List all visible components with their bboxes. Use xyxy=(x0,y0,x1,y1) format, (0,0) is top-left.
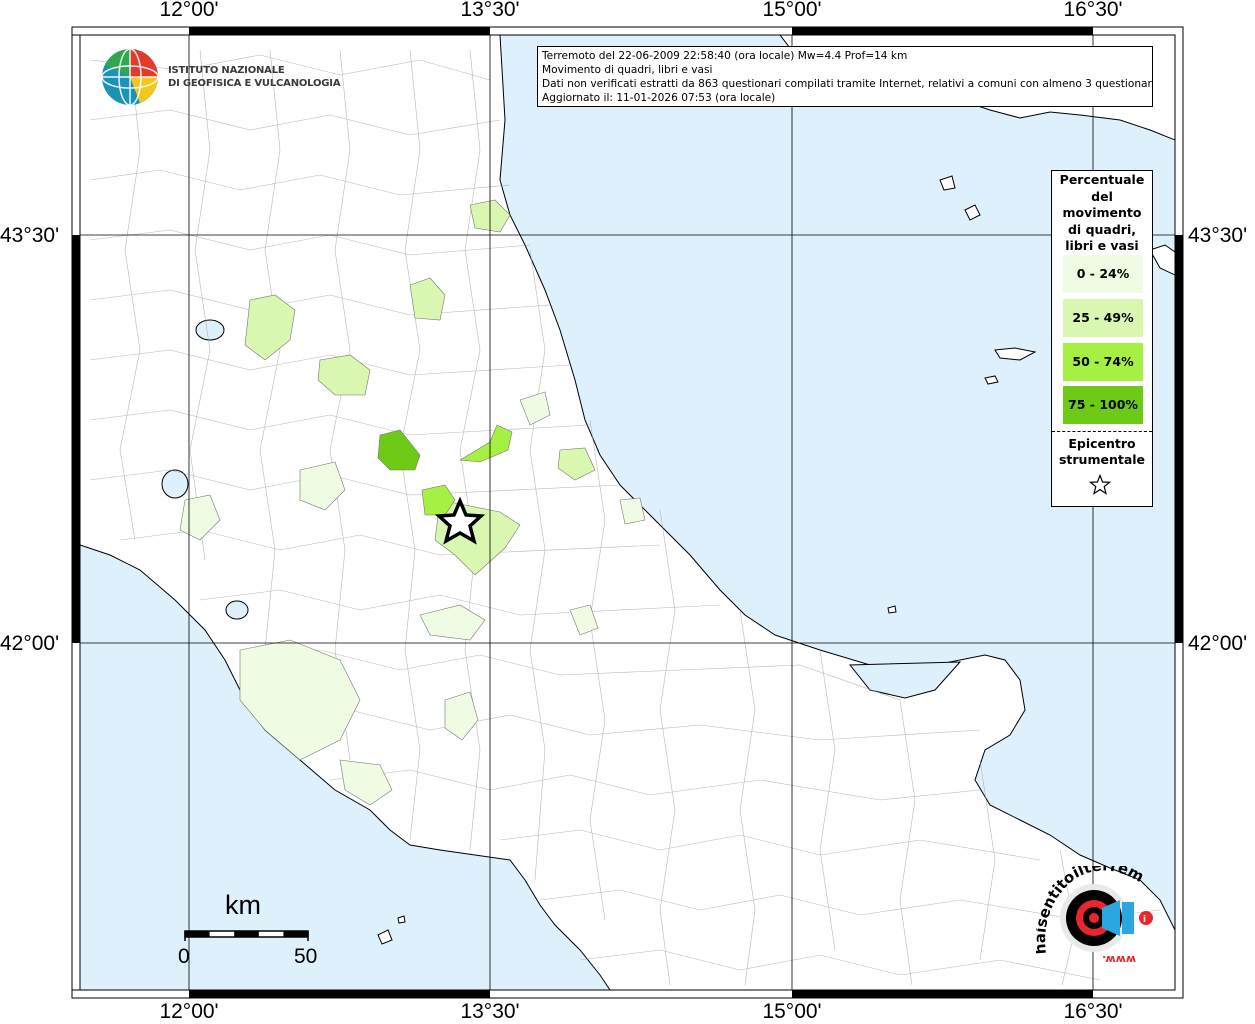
lat-tick-right-1: 43°30' xyxy=(1188,224,1248,247)
lat-tick-right-2: 42°00' xyxy=(1188,632,1248,655)
ingv-logo-icon xyxy=(101,48,159,106)
lon-tick-top-4: 16°30' xyxy=(1063,0,1123,21)
info-line-updated: Aggiornato il: 11-01-2026 07:53 (ora loc… xyxy=(542,92,776,104)
legend-item-50-74: 50 - 74% xyxy=(1063,343,1143,381)
lake-trasimeno xyxy=(195,319,225,341)
legend-item-75-100: 75 - 100% xyxy=(1063,386,1143,424)
legend-item-label: 75 - 100% xyxy=(1068,397,1138,412)
legend-item-label: 0 - 24% xyxy=(1076,266,1130,281)
institute-name-line1: ISTITUTO NAZIONALE xyxy=(168,65,285,76)
haisentito-www: www. xyxy=(1102,953,1136,966)
lon-tick-top-1: 12°00' xyxy=(159,0,219,21)
legend-title-line: di quadri, xyxy=(1067,221,1136,237)
lon-tick-bottom-4: 16°30' xyxy=(1063,1000,1123,1023)
lake-bracciano xyxy=(225,600,249,620)
info-line-source: Dati non verificati estratti da 863 ques… xyxy=(542,78,1153,90)
legend-title-line: movimento xyxy=(1062,205,1142,220)
lon-tick-bottom-2: 13°30' xyxy=(460,1000,520,1023)
legend-title: Percentuale del movimento di quadri, lib… xyxy=(1052,172,1152,255)
lon-tick-top-2: 13°30' xyxy=(460,0,520,21)
institute-name-line2: DI GEOFISICA E VULCANOLOGIA xyxy=(168,78,341,89)
epicenter-star-icon xyxy=(1089,474,1111,495)
lake-bolsena xyxy=(161,469,189,499)
island-2 xyxy=(984,375,999,385)
legend-item-0-24: 0 - 24% xyxy=(1063,255,1143,293)
lat-tick-left-2: 42°00' xyxy=(0,632,60,655)
legend-separator xyxy=(1052,431,1152,432)
lon-tick-top-3: 15°00' xyxy=(762,0,822,21)
lon-tick-bottom-3: 15°00' xyxy=(762,1000,822,1023)
legend-epicenter-line1: Epicentro xyxy=(1068,436,1136,451)
info-line-parameter: Movimento di quadri, libri e vasi xyxy=(542,64,713,76)
svg-text:i: i xyxy=(1143,915,1146,925)
scale-bar xyxy=(184,930,309,941)
legend-epicenter-line2: strumentale xyxy=(1058,452,1146,467)
legend-title-line: Percentuale xyxy=(1059,172,1145,187)
lon-tick-bottom-1: 12°00' xyxy=(159,1000,219,1023)
legend-item-label: 50 - 74% xyxy=(1072,354,1134,369)
legend-title-line: libri e vasi xyxy=(1065,238,1139,253)
info-line-event: Terremoto del 22-06-2009 22:58:40 (ora l… xyxy=(542,50,908,62)
legend-title-line: del xyxy=(1091,188,1113,204)
legend-epicenter-label: Epicentro strumentale xyxy=(1052,436,1152,468)
institute-name: ISTITUTO NAZIONALE DI GEOFISICA E VULCAN… xyxy=(168,64,341,90)
legend-item-label: 25 - 49% xyxy=(1072,310,1134,325)
haisentito-logo-icon: i haisentitoilterremoto.it www. xyxy=(1036,866,1153,966)
legend-item-25-49: 25 - 49% xyxy=(1063,299,1143,337)
scale-title: km xyxy=(225,890,261,920)
lat-tick-left-1: 43°30' xyxy=(0,224,60,247)
legend: Percentuale del movimento di quadri, lib… xyxy=(1051,170,1153,507)
earthquake-info-box: Terremoto del 22-06-2009 22:58:40 (ora l… xyxy=(537,46,1153,107)
scale-min-label: 0 xyxy=(178,945,190,968)
scale-max-label: 50 xyxy=(294,945,318,968)
